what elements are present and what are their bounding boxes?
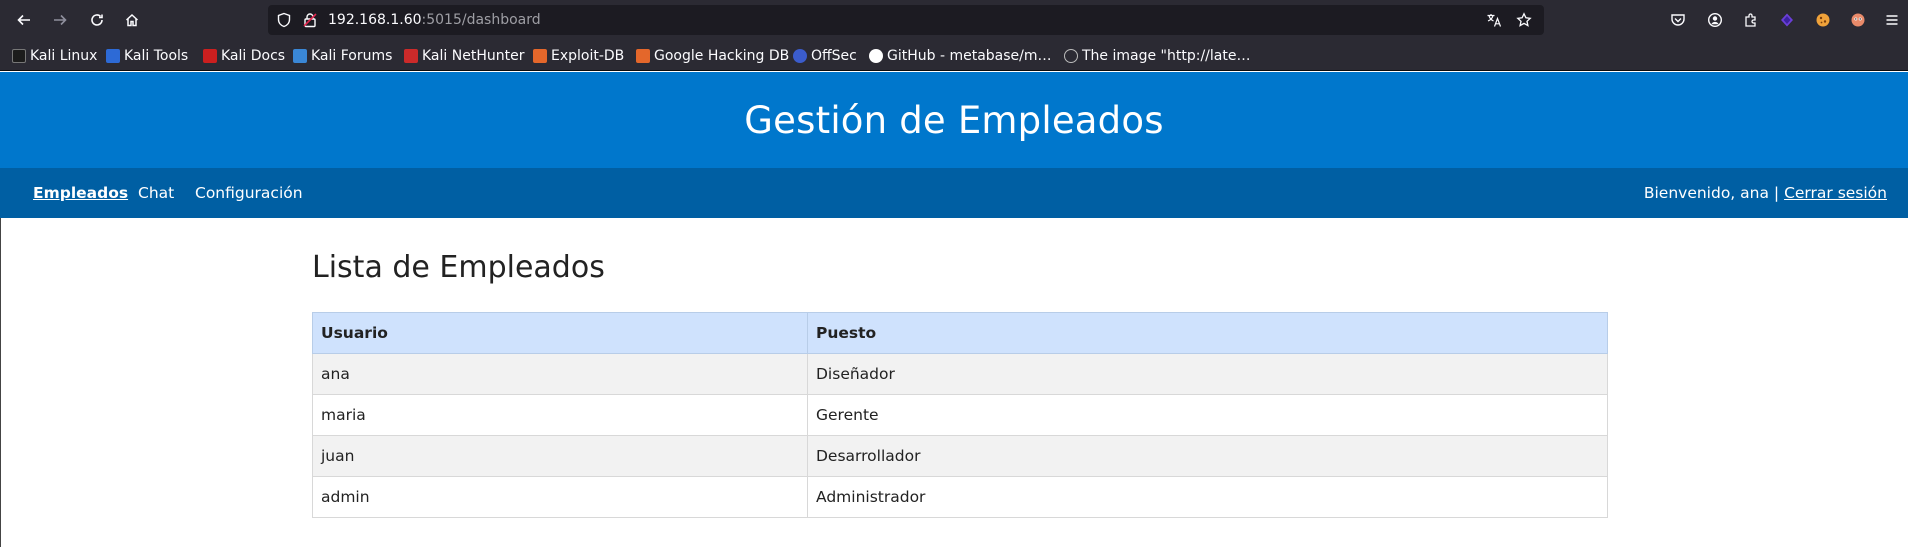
url-host: 192.168.1.60 [328,12,422,28]
bookmark-label: Kali NetHunter [422,48,525,64]
window-edge [0,218,1,547]
bookmark-kali-docs[interactable]: Kali Docs [203,47,285,65]
cell-usuario: admin [312,476,808,518]
column-header-usuario: Usuario [312,312,808,354]
bookmark-label: Kali Docs [221,48,286,64]
forward-arrow-icon [54,14,67,26]
bookmark-label: Exploit-DB [551,48,625,64]
table-row: maria Gerente [312,394,1608,436]
column-header-puesto: Puesto [807,312,1608,354]
welcome-text: Bienvenido, ana | [1643,184,1785,202]
cell-usuario: ana [312,353,808,395]
tracking-shield-icon[interactable] [276,12,292,28]
bookmark-label: Kali Linux [30,48,98,64]
user-welcome: Bienvenido, ana | Cerrar sesión [1644,184,1887,202]
forward-button[interactable] [48,8,72,32]
cell-puesto: Administrador [807,476,1608,518]
logout-link[interactable]: Cerrar sesión [1784,184,1887,202]
nav-link-chat[interactable]: Chat [138,184,174,202]
bookmark-label: Google Hacking DB [654,48,790,64]
pocket-icon[interactable] [1669,11,1687,29]
translate-icon[interactable] [1486,12,1502,28]
site-header: Gestión de Empleados [0,72,1908,168]
bookmark-offsec[interactable]: OffSec [793,47,857,65]
table-header-row: Usuario Puesto [312,312,1608,354]
bookmark-label: Kali Tools [124,48,189,64]
bookmark-label: OffSec [811,48,857,64]
site-title: Gestión de Empleados [744,98,1164,142]
kali-tools-icon [106,49,120,63]
kali-dragon-icon [12,49,26,63]
insecure-lock-icon[interactable] [302,12,318,28]
extension-cookie-icon[interactable] [1814,11,1832,29]
exploit-db-icon [533,49,547,63]
account-icon[interactable] [1706,11,1724,29]
reload-button[interactable] [85,8,109,32]
back-arrow-icon [17,14,30,26]
extensions-icon[interactable] [1742,11,1760,29]
ghdb-icon [636,49,650,63]
bookmark-image-link[interactable]: The image "http://late… [1064,47,1250,65]
url-path: :5015/dashboard [421,12,541,28]
bookmark-exploit-db[interactable]: Exploit-DB [533,47,624,65]
page-heading: Lista de Empleados [312,250,605,285]
cell-puesto: Gerente [807,394,1608,436]
bookmark-kali-nethunter[interactable]: Kali NetHunter [404,47,524,65]
cell-usuario: juan [312,435,808,477]
github-icon [869,49,883,63]
bookmark-github-metabase[interactable]: GitHub - metabase/m… [869,47,1052,65]
cell-puesto: Diseñador [807,353,1608,395]
table-row: ana Diseñador [312,353,1608,395]
app-menu-icon[interactable] [1883,11,1901,29]
employees-table: Usuario Puesto ana Diseñador maria Geren… [312,312,1608,518]
browser-toolbar: 192.168.1.60:5015/dashboard [0,0,1908,40]
url-bar[interactable]: 192.168.1.60:5015/dashboard [268,5,1544,35]
kali-docs-icon [203,49,217,63]
bookmark-google-hacking-db[interactable]: Google Hacking DB [636,47,789,65]
url-text[interactable]: 192.168.1.60:5015/dashboard [328,12,541,28]
bookmark-label: GitHub - metabase/m… [887,48,1052,64]
extension-face-icon[interactable] [1849,11,1867,29]
home-icon [125,13,139,27]
site-nav: Empleados Chat Configuración Bienvenido,… [0,168,1908,218]
offsec-icon [793,49,807,63]
kali-forums-icon [293,49,307,63]
nav-link-empleados[interactable]: Empleados [33,184,128,202]
cell-puesto: Desarrollador [807,435,1608,477]
back-button[interactable] [12,8,36,32]
kali-nethunter-icon [404,49,418,63]
bookmark-label: The image "http://late… [1082,48,1251,64]
nav-link-configuracion[interactable]: Configuración [195,184,303,202]
bookmarks-bar: Kali Linux Kali Tools Kali Docs Kali For… [0,40,1908,71]
bookmark-kali-forums[interactable]: Kali Forums [293,47,392,65]
bookmark-kali-tools[interactable]: Kali Tools [106,47,188,65]
home-button[interactable] [120,8,144,32]
bookmark-star-icon[interactable] [1516,12,1532,28]
bookmark-kali-linux[interactable]: Kali Linux [12,47,97,65]
reload-icon [91,14,103,26]
table-row: juan Desarrollador [312,435,1608,477]
bookmark-label: Kali Forums [311,48,393,64]
cell-usuario: maria [312,394,808,436]
globe-icon [1064,49,1078,63]
table-row: admin Administrador [312,476,1608,518]
extension-purple-icon[interactable] [1778,11,1796,29]
